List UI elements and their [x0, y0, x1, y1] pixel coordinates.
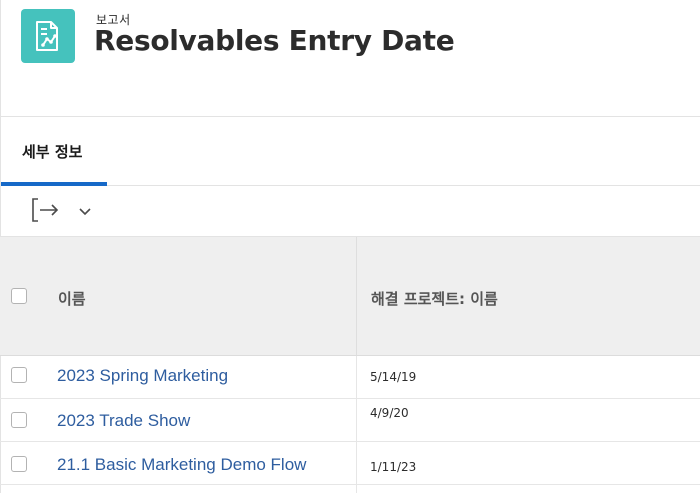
- export-button[interactable]: [28, 196, 62, 224]
- tab-bar: 세부 정보: [0, 117, 700, 186]
- table-row: 2023 Trade Show 4/9/20: [0, 399, 700, 442]
- chevron-down-icon: [79, 208, 91, 216]
- column-divider: [356, 237, 357, 355]
- row-name-link[interactable]: 21.1 Basic Marketing Demo Flow: [57, 455, 306, 475]
- page-title: Resolvables Entry Date: [94, 24, 455, 57]
- report-chart-icon: [21, 9, 75, 63]
- column-divider: [356, 485, 357, 493]
- column-header-name[interactable]: 이름: [58, 288, 86, 309]
- row-date: 4/9/20: [370, 406, 409, 420]
- column-divider: [356, 399, 357, 441]
- column-divider: [356, 442, 357, 484]
- row-date: 5/14/19: [370, 370, 417, 384]
- table-header: 이름 해결 프로젝트: 이름: [0, 236, 700, 356]
- column-header-project-name[interactable]: 해결 프로젝트: 이름: [371, 288, 498, 309]
- row-name-link[interactable]: 2023 Trade Show: [57, 411, 190, 431]
- tab-details-label: 세부 정보: [22, 143, 83, 161]
- export-options-dropdown[interactable]: [74, 200, 96, 222]
- column-divider: [356, 356, 357, 398]
- row-name-link[interactable]: 2023 Spring Marketing: [57, 366, 228, 386]
- table-row: 2023 Spring Marketing 5/14/19: [0, 356, 700, 399]
- results-table: 이름 해결 프로젝트: 이름 2023 Spring Marketing 5/1…: [0, 236, 700, 493]
- export-arrow-icon: [32, 198, 59, 222]
- tab-details[interactable]: 세부 정보: [0, 117, 107, 186]
- select-all-checkbox[interactable]: [11, 288, 27, 304]
- table-row-partial: [0, 485, 700, 493]
- toolbar: [0, 186, 700, 236]
- page-header: 보고서 Resolvables Entry Date: [0, 0, 700, 117]
- table-row: 21.1 Basic Marketing Demo Flow 1/11/23: [0, 442, 700, 485]
- row-date: 1/11/23: [370, 460, 417, 474]
- row-checkbox[interactable]: [11, 456, 27, 472]
- row-checkbox[interactable]: [11, 367, 27, 383]
- row-checkbox[interactable]: [11, 412, 27, 428]
